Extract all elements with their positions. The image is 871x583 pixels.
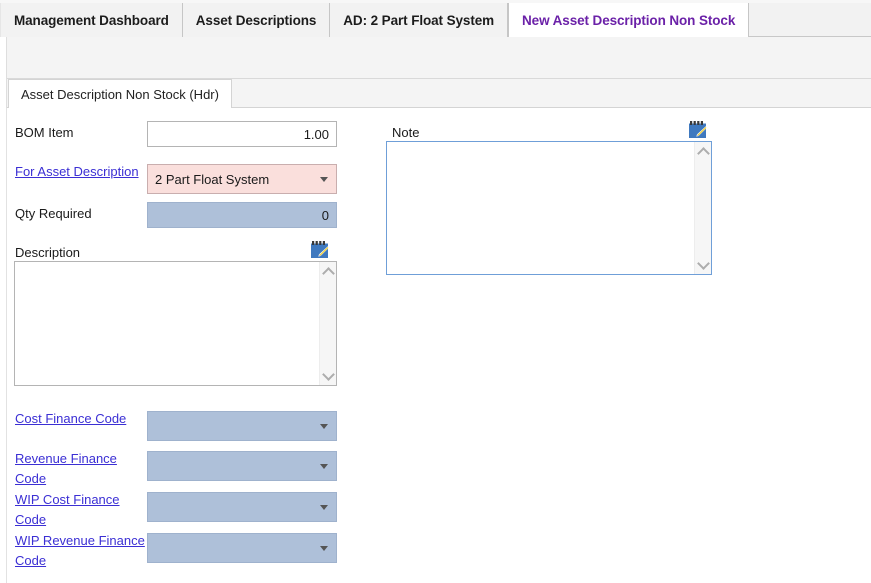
description-scroll-down-button[interactable] [320, 366, 337, 383]
bom-item-label: BOM Item [15, 125, 74, 141]
revenue-finance-code-combobox[interactable] [147, 451, 337, 481]
form-content-pane: BOM Item 1.00 For Asset Description 2 Pa… [0, 108, 871, 583]
tab-asset-descriptions[interactable]: Asset Descriptions [183, 3, 331, 37]
sub-tab-asset-description-non-stock-hdr[interactable]: Asset Description Non Stock (Hdr) [8, 79, 232, 108]
sub-tab-label: Asset Description Non Stock (Hdr) [21, 87, 219, 102]
wip-cost-finance-code-label[interactable]: WIP Cost Finance Code [15, 490, 145, 530]
top-tab-bar: Management Dashboard Asset Descriptions … [0, 0, 871, 37]
note-label: Note [392, 125, 419, 140]
tab-label: Management Dashboard [14, 13, 169, 28]
left-gutter-subtab [0, 79, 7, 108]
chevron-down-icon [320, 505, 328, 510]
revenue-finance-code-label[interactable]: Revenue Finance Code [15, 449, 145, 489]
sub-tab-bar: Asset Description Non Stock (Hdr) [0, 79, 871, 108]
for-asset-description-label[interactable]: For Asset Description [15, 162, 145, 182]
tab-ad-2-part-float-system[interactable]: AD: 2 Part Float System [330, 3, 508, 37]
note-scroll-down-button[interactable] [695, 255, 712, 272]
wip-revenue-finance-code-label[interactable]: WIP Revenue Finance Code [15, 531, 145, 571]
left-gutter-content [0, 108, 7, 583]
description-textarea[interactable] [14, 261, 337, 386]
tab-management-dashboard[interactable]: Management Dashboard [0, 3, 183, 37]
description-scroll-up-button[interactable] [320, 264, 337, 281]
bom-item-input[interactable]: 1.00 [147, 121, 337, 147]
wip-cost-finance-code-combobox[interactable] [147, 492, 337, 522]
left-gutter-top [0, 37, 7, 79]
chevron-up-icon [699, 148, 708, 157]
cost-finance-code-combobox[interactable] [147, 411, 337, 441]
qty-required-label: Qty Required [15, 206, 92, 222]
chevron-down-icon [320, 546, 328, 551]
cost-finance-code-label[interactable]: Cost Finance Code [15, 409, 145, 429]
for-asset-description-combobox[interactable]: 2 Part Float System [147, 164, 337, 194]
for-asset-description-value: 2 Part Float System [155, 172, 269, 187]
note-scrollbar[interactable] [694, 142, 711, 274]
tab-label: Asset Descriptions [196, 13, 317, 28]
wip-revenue-finance-code-combobox[interactable] [147, 533, 337, 563]
chevron-down-icon [320, 424, 328, 429]
chevron-down-icon [320, 177, 328, 182]
note-notepad-edit-icon[interactable] [688, 121, 707, 139]
description-label: Description [15, 245, 80, 260]
description-textarea-body[interactable] [15, 262, 319, 385]
description-notepad-edit-icon[interactable] [310, 241, 329, 259]
toolbar-band [0, 37, 871, 79]
chevron-down-icon [324, 370, 333, 379]
description-scrollbar[interactable] [319, 262, 336, 385]
note-textarea[interactable] [386, 141, 712, 275]
chevron-up-icon [324, 268, 333, 277]
chevron-down-icon [699, 259, 708, 268]
tab-new-asset-description-non-stock[interactable]: New Asset Description Non Stock [508, 3, 749, 37]
note-textarea-body[interactable] [387, 142, 694, 274]
chevron-down-icon [320, 464, 328, 469]
note-scroll-up-button[interactable] [695, 144, 712, 161]
tab-label: New Asset Description Non Stock [522, 13, 735, 28]
qty-required-input[interactable]: 0 [147, 202, 337, 228]
tab-label: AD: 2 Part Float System [343, 13, 494, 28]
top-tab-strip: Management Dashboard Asset Descriptions … [0, 3, 749, 37]
